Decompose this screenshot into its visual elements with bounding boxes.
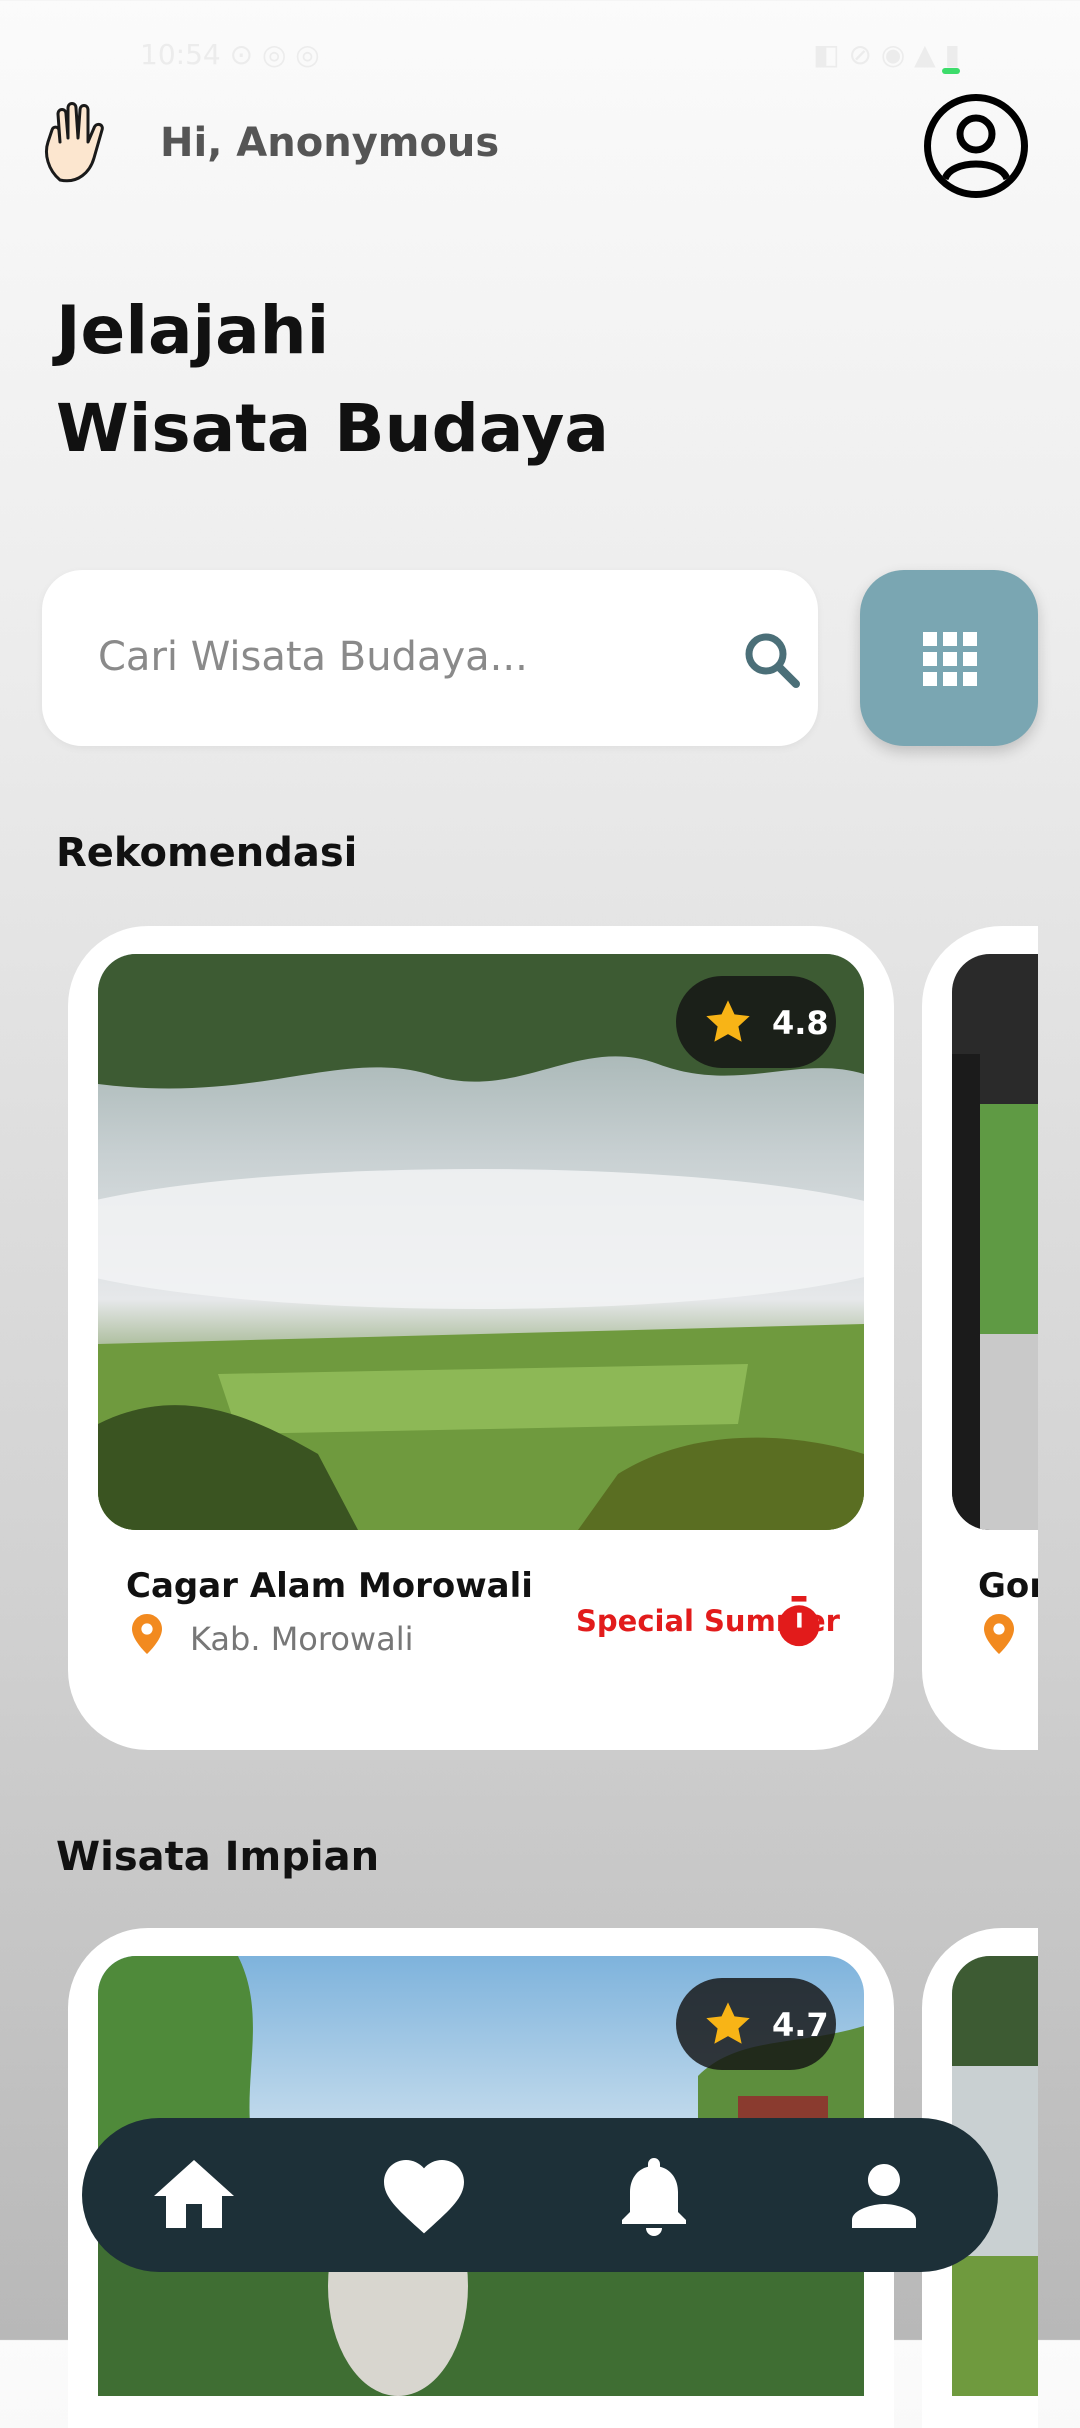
page-title: Jelajahi Wisata Budaya bbox=[56, 282, 609, 478]
place-location: Kab. Morowali bbox=[190, 1620, 414, 1658]
location-pin-icon bbox=[132, 1614, 162, 1654]
category-grid-button[interactable] bbox=[860, 570, 1038, 746]
search-input[interactable]: Cari Wisata Budaya... bbox=[42, 570, 818, 746]
home-icon bbox=[154, 2160, 234, 2228]
title-line-1: Jelajahi bbox=[56, 292, 330, 369]
nav-home[interactable] bbox=[146, 2148, 242, 2244]
search-placeholder: Cari Wisata Budaya... bbox=[98, 634, 528, 680]
location-pin-icon bbox=[984, 1614, 1014, 1654]
place-name: Gonc bbox=[978, 1566, 1038, 1606]
privacy-indicator bbox=[942, 68, 960, 74]
rating-value: 4.8 bbox=[772, 1004, 829, 1042]
greeting-text: Hi, Anonymous bbox=[160, 120, 500, 166]
star-icon bbox=[706, 1000, 750, 1042]
rating-badge: 4.8 bbox=[676, 976, 836, 1068]
person-icon bbox=[852, 2164, 916, 2228]
place-name: Cagar Alam Morowali bbox=[126, 1566, 533, 1606]
bottom-nav bbox=[82, 2118, 998, 2272]
status-time: 10:54 ⊙ ◎ ◎ bbox=[140, 38, 320, 71]
bell-icon bbox=[622, 2158, 686, 2236]
rating-badge: 4.7 bbox=[676, 1978, 836, 2070]
waving-hand-icon bbox=[38, 100, 124, 188]
recommend-card[interactable]: Gonc bbox=[922, 926, 1038, 1750]
recommend-card[interactable]: 4.8 Cagar Alam Morowali Kab. Morowali Sp… bbox=[68, 926, 894, 1750]
nav-profile[interactable] bbox=[836, 2148, 932, 2244]
search-icon[interactable] bbox=[742, 630, 802, 690]
timer-icon bbox=[778, 1596, 820, 1647]
profile-button[interactable] bbox=[924, 94, 1028, 198]
status-icons: ◧ ⊘ ◉ ▲ ▮ bbox=[813, 38, 960, 71]
nav-favorites[interactable] bbox=[376, 2148, 472, 2244]
section-title-recommend: Rekomendasi bbox=[56, 830, 358, 876]
account-circle-icon bbox=[941, 114, 1011, 181]
grid-icon bbox=[923, 632, 977, 686]
section-title-dream: Wisata Impian bbox=[56, 1834, 380, 1880]
rating-value: 4.7 bbox=[772, 2006, 829, 2044]
status-bar: 10:54 ⊙ ◎ ◎ ◧ ⊘ ◉ ▲ ▮ bbox=[140, 38, 960, 78]
heart-icon bbox=[384, 2160, 464, 2234]
title-line-2: Wisata Budaya bbox=[56, 390, 609, 467]
place-image bbox=[952, 954, 1038, 1530]
star-icon bbox=[706, 2002, 750, 2044]
nav-notifications[interactable] bbox=[606, 2148, 702, 2244]
